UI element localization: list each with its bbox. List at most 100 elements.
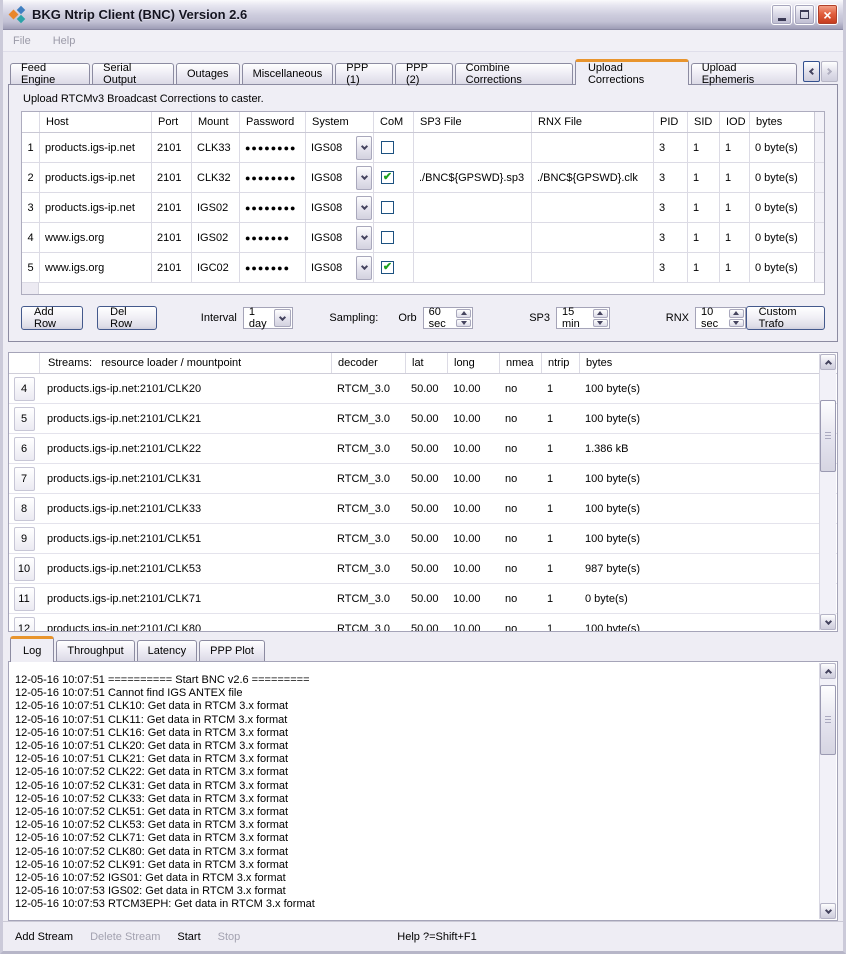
- interval-dropdown-button[interactable]: [274, 309, 291, 327]
- menu-file[interactable]: File: [13, 35, 31, 47]
- table-scroll-strip[interactable]: [814, 163, 824, 192]
- tab-outages[interactable]: Outages: [176, 63, 240, 84]
- add-row-button[interactable]: Add Row: [21, 306, 83, 330]
- system-cell[interactable]: IGS08: [305, 253, 373, 282]
- com-checkbox[interactable]: ✔: [381, 201, 394, 214]
- com-checkbox[interactable]: ✔: [381, 171, 394, 184]
- system-cell[interactable]: IGS08: [305, 223, 373, 252]
- system-dropdown-button[interactable]: [356, 226, 372, 250]
- host-cell[interactable]: products.igs-ip.net: [39, 163, 151, 192]
- spin-up-button[interactable]: [593, 309, 608, 318]
- row-number-header[interactable]: 1: [22, 133, 39, 162]
- sid-cell[interactable]: 1: [687, 253, 719, 282]
- table-scroll-strip[interactable]: [814, 133, 824, 162]
- host-cell[interactable]: www.igs.org: [39, 223, 151, 252]
- menu-help[interactable]: Help: [53, 35, 76, 47]
- password-cell[interactable]: ●●●●●●●: [239, 223, 305, 252]
- tab-throughput[interactable]: Throughput: [56, 640, 134, 661]
- custom-trafo-button[interactable]: Custom Trafo: [746, 306, 825, 330]
- rnx-file-cell[interactable]: [531, 133, 653, 162]
- system-cell[interactable]: IGS08: [305, 133, 373, 162]
- close-button[interactable]: ×: [817, 4, 838, 25]
- row-number-header[interactable]: 4: [22, 223, 39, 252]
- password-cell[interactable]: ●●●●●●●●: [239, 193, 305, 222]
- spin-up-button[interactable]: [456, 309, 471, 318]
- row-number-header[interactable]: 6: [14, 437, 35, 461]
- stop-button[interactable]: Stop: [218, 931, 241, 943]
- scrollbar-thumb[interactable]: [820, 400, 836, 472]
- tab-scroll-right-button[interactable]: [821, 61, 838, 82]
- tab-upload-ephemeris[interactable]: Upload Ephemeris: [691, 63, 797, 84]
- pid-cell[interactable]: 3: [653, 163, 687, 192]
- sid-cell[interactable]: 1: [687, 223, 719, 252]
- port-cell[interactable]: 2101: [151, 223, 191, 252]
- row-number-header[interactable]: 8: [14, 497, 35, 521]
- row-number-header[interactable]: 7: [14, 467, 35, 491]
- sp3-file-cell[interactable]: [413, 253, 531, 282]
- iod-cell[interactable]: 1: [719, 253, 749, 282]
- spin-down-button[interactable]: [729, 319, 744, 328]
- iod-cell[interactable]: 1: [719, 193, 749, 222]
- scroll-up-button[interactable]: [820, 663, 836, 679]
- table-scroll-strip[interactable]: [814, 193, 824, 222]
- sid-cell[interactable]: 1: [687, 163, 719, 192]
- scroll-down-button[interactable]: [820, 903, 836, 919]
- tab-miscellaneous[interactable]: Miscellaneous: [242, 63, 334, 84]
- pid-cell[interactable]: 3: [653, 253, 687, 282]
- rnx-file-cell[interactable]: [531, 223, 653, 252]
- tab-serial-output[interactable]: Serial Output: [92, 63, 174, 84]
- port-cell[interactable]: 2101: [151, 253, 191, 282]
- tab-combine-corrections[interactable]: Combine Corrections: [455, 63, 573, 84]
- com-checkbox[interactable]: ✔: [381, 261, 394, 274]
- port-cell[interactable]: 2101: [151, 133, 191, 162]
- mount-cell[interactable]: CLK33: [191, 133, 239, 162]
- scroll-up-button[interactable]: [820, 354, 836, 370]
- host-cell[interactable]: products.igs-ip.net: [39, 133, 151, 162]
- pid-cell[interactable]: 3: [653, 223, 687, 252]
- tab-log[interactable]: Log: [10, 636, 54, 662]
- sid-cell[interactable]: 1: [687, 133, 719, 162]
- tab-latency[interactable]: Latency: [137, 640, 198, 661]
- row-number-header[interactable]: 5: [22, 253, 39, 282]
- tab-upload-corrections[interactable]: Upload Corrections: [575, 59, 689, 85]
- tab-feed-engine[interactable]: Feed Engine: [10, 63, 90, 84]
- orb-sampling-stepper[interactable]: 60 sec: [423, 307, 474, 329]
- pid-cell[interactable]: 3: [653, 133, 687, 162]
- table-scroll-strip[interactable]: [814, 253, 824, 282]
- scrollbar-thumb[interactable]: [820, 685, 836, 755]
- sp3-file-cell[interactable]: [413, 133, 531, 162]
- sp3-file-cell[interactable]: ./BNC${GPSWD}.sp3: [413, 163, 531, 192]
- streams-scrollbar[interactable]: [819, 354, 836, 630]
- system-cell[interactable]: IGS08: [305, 163, 373, 192]
- scroll-down-button[interactable]: [820, 614, 836, 630]
- del-row-button[interactable]: Del Row: [97, 306, 157, 330]
- row-number-header[interactable]: 12: [14, 617, 35, 633]
- sp3-sampling-stepper[interactable]: 15 min: [556, 307, 610, 329]
- table-scroll-strip[interactable]: [814, 223, 824, 252]
- sp3-file-cell[interactable]: [413, 193, 531, 222]
- port-cell[interactable]: 2101: [151, 163, 191, 192]
- tab-ppp-2[interactable]: PPP (2): [395, 63, 453, 84]
- system-cell[interactable]: IGS08: [305, 193, 373, 222]
- iod-cell[interactable]: 1: [719, 223, 749, 252]
- sid-cell[interactable]: 1: [687, 193, 719, 222]
- system-dropdown-button[interactable]: [356, 166, 372, 190]
- maximize-button[interactable]: [794, 4, 815, 25]
- tab-scroll-left-button[interactable]: [803, 61, 820, 82]
- spin-up-button[interactable]: [729, 309, 744, 318]
- password-cell[interactable]: ●●●●●●●●: [239, 163, 305, 192]
- start-button[interactable]: Start: [177, 931, 200, 943]
- password-cell[interactable]: ●●●●●●●: [239, 253, 305, 282]
- delete-stream-button[interactable]: Delete Stream: [90, 931, 160, 943]
- mount-cell[interactable]: CLK32: [191, 163, 239, 192]
- com-checkbox[interactable]: ✔: [381, 231, 394, 244]
- minimize-button[interactable]: [771, 4, 792, 25]
- interval-select[interactable]: 1 day: [243, 307, 294, 329]
- tab-ppp-plot[interactable]: PPP Plot: [199, 640, 265, 661]
- row-number-header[interactable]: 4: [14, 377, 35, 401]
- log-scrollbar[interactable]: [819, 663, 836, 919]
- row-number-header[interactable]: 10: [14, 557, 35, 581]
- sp3-file-cell[interactable]: [413, 223, 531, 252]
- spin-down-button[interactable]: [593, 319, 608, 328]
- system-dropdown-button[interactable]: [356, 196, 372, 220]
